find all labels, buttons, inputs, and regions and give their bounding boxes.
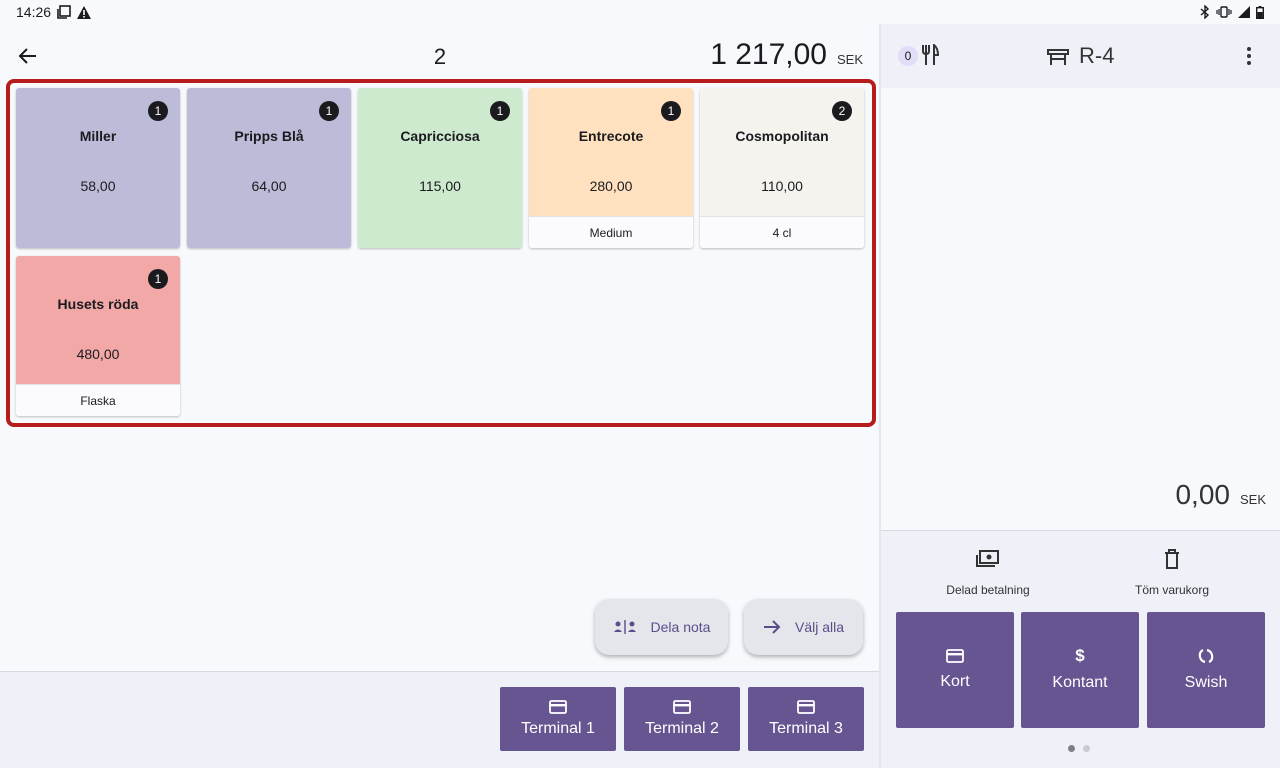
pay-label: Swish	[1184, 674, 1228, 691]
item-tile-pripps-bla[interactable]: Pripps Blå 64,00 1	[187, 88, 351, 248]
order-total: 1 217,00 SEK	[710, 38, 863, 72]
back-button[interactable]	[14, 42, 42, 70]
item-price: 115,00	[419, 178, 461, 194]
card-icon	[549, 700, 567, 714]
status-time: 14:26	[16, 4, 52, 20]
item-name: Capricciosa	[400, 128, 480, 144]
split-bill-label: Dela nota	[650, 619, 711, 635]
page-indicator	[1068, 745, 1090, 752]
empty-cart-button[interactable]: Töm varukorg	[1097, 549, 1247, 597]
item-name: Miller	[79, 128, 117, 144]
cart-header: 0 R-4	[881, 24, 1280, 88]
item-price: 58,00	[80, 178, 116, 194]
order-header: 2 1 217,00 SEK	[0, 24, 879, 84]
item-price: 480,00	[76, 346, 120, 362]
item-tile-cosmopolitan[interactable]: Cosmopolitan 110,00 2 4 cl	[700, 88, 864, 248]
select-all-label: Välj alla	[794, 619, 845, 635]
order-number: 2	[433, 44, 447, 69]
pay-label: Kort	[940, 673, 970, 690]
split-payment-button[interactable]: Delad betalning	[913, 549, 1063, 597]
terminal-label: Terminal 3	[769, 720, 843, 737]
course-count-badge: 0	[898, 46, 918, 66]
empty-cart-label: Töm varukorg	[1134, 583, 1210, 597]
terminal-label: Terminal 2	[645, 720, 719, 737]
page-dot-active[interactable]	[1068, 745, 1075, 752]
item-qty-badge: 2	[832, 101, 852, 121]
item-name: Cosmopolitan	[735, 128, 829, 144]
warning-icon	[77, 5, 92, 19]
item-tile-miller[interactable]: Miller 58,00 1	[16, 88, 180, 248]
terminal-2-button[interactable]: Terminal 2	[624, 687, 740, 751]
order-pane: 2 1 217,00 SEK Miller 58,00 1 Pripps Blå…	[0, 24, 879, 768]
cart-total-amount: 0,00	[1175, 479, 1230, 510]
copy-icon	[57, 5, 71, 19]
item-variant: 4 cl	[700, 216, 864, 248]
card-icon	[797, 700, 815, 714]
order-total-amount: 1 217,00	[710, 38, 827, 71]
more-vert-icon[interactable]	[1246, 46, 1252, 66]
item-qty-badge: 1	[319, 101, 339, 121]
item-qty-badge: 1	[490, 101, 510, 121]
item-name: Entrecote	[578, 128, 644, 144]
item-tile-husets-roda[interactable]: Husets röda 480,00 1 Flaska	[16, 256, 180, 416]
cash-icon	[976, 550, 999, 567]
cart-total: 0,00 SEK	[1175, 479, 1266, 511]
terminal-3-button[interactable]: Terminal 3	[748, 687, 864, 751]
payment-panel: Delad betalning Töm varukorg Kort $ Kont…	[881, 530, 1280, 768]
order-total-currency: SEK	[836, 52, 863, 67]
status-bar: 14:26	[0, 0, 1280, 24]
terminal-bar: Terminal 1 Terminal 2 Terminal 3	[0, 671, 879, 768]
arrow-left-icon	[18, 48, 36, 64]
pay-cash-button[interactable]: $ Kontant	[1021, 612, 1139, 728]
item-price: 280,00	[589, 178, 633, 194]
item-price: 64,00	[251, 178, 287, 194]
cutlery-icon[interactable]	[921, 44, 939, 66]
table-label: R-4	[1079, 43, 1115, 68]
trash-icon	[1165, 549, 1179, 569]
bluetooth-icon	[1200, 5, 1210, 19]
terminal-label: Terminal 1	[521, 720, 595, 737]
page-dot[interactable]	[1083, 745, 1090, 752]
cart-total-currency: SEK	[1239, 492, 1266, 507]
item-name: Pripps Blå	[234, 128, 304, 144]
item-name: Husets röda	[57, 296, 139, 312]
item-tile-capricciosa[interactable]: Capricciosa 115,00 1	[358, 88, 522, 248]
item-qty-badge: 1	[148, 101, 168, 121]
signal-icon	[1238, 6, 1250, 18]
dollar-icon: $	[1075, 646, 1085, 665]
select-all-button[interactable]: Välj alla	[744, 599, 863, 655]
item-tile-entrecote[interactable]: Entrecote 280,00 1 Medium	[529, 88, 693, 248]
battery-icon	[1256, 5, 1264, 19]
item-variant: Medium	[529, 216, 693, 248]
swish-icon	[1198, 648, 1214, 664]
item-price: 110,00	[761, 178, 803, 194]
order-items-grid: Miller 58,00 1 Pripps Blå 64,00 1 Capric…	[6, 79, 876, 427]
card-icon	[946, 649, 964, 663]
arrow-right-icon	[763, 620, 781, 634]
cart-pane: 0 R-4 0,00 SEK Delad betalning Töm varuk…	[881, 24, 1280, 768]
item-qty-badge: 1	[661, 101, 681, 121]
split-payment-label: Delad betalning	[946, 583, 1030, 597]
split-people-icon	[613, 620, 636, 634]
pay-card-button[interactable]: Kort	[896, 612, 1014, 728]
item-qty-badge: 1	[148, 269, 168, 289]
vibrate-icon	[1216, 6, 1232, 18]
item-variant: Flaska	[16, 384, 180, 416]
split-bill-button[interactable]: Dela nota	[595, 599, 728, 655]
terminal-1-button[interactable]: Terminal 1	[500, 687, 616, 751]
card-icon	[673, 700, 691, 714]
pay-label: Kontant	[1052, 674, 1108, 691]
pay-swish-button[interactable]: Swish	[1147, 612, 1265, 728]
table-icon	[1047, 49, 1069, 65]
